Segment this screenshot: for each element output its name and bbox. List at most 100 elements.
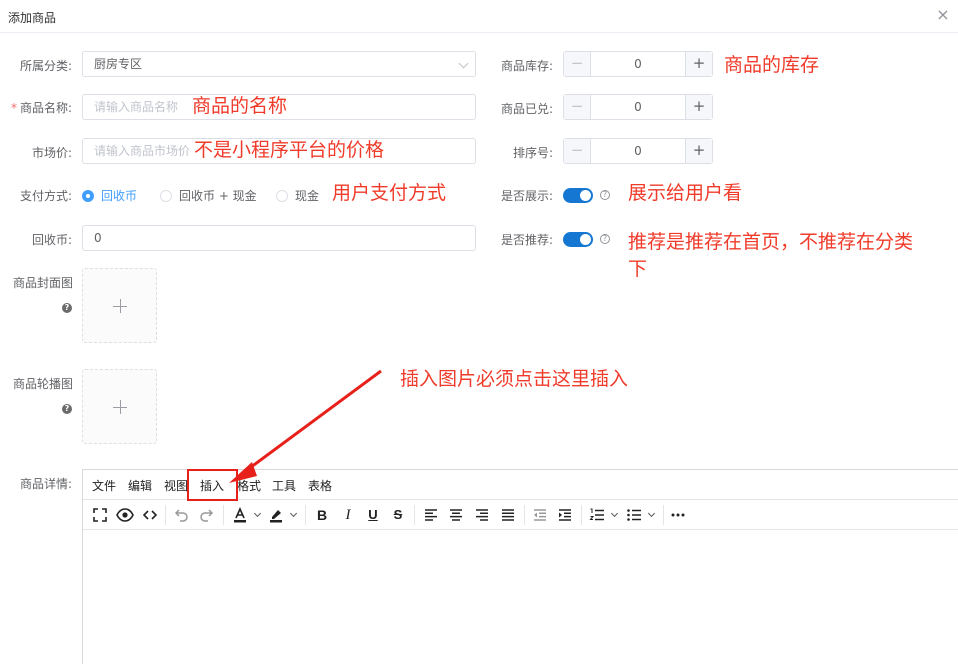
code-icon[interactable] [142, 507, 158, 523]
coins-value: 0 [94, 231, 102, 245]
radio-unchecked-icon [276, 189, 288, 202]
redeemed-stepper[interactable]: − 0 + [563, 94, 713, 120]
sort-value[interactable]: 0 [591, 139, 685, 163]
fullscreen-icon[interactable] [92, 507, 108, 523]
dialog-title: 添加商品 [8, 11, 57, 25]
plus-icon[interactable]: + [685, 52, 712, 76]
align-justify-icon[interactable] [500, 507, 516, 523]
plus-icon[interactable]: + [685, 139, 712, 163]
indent-icon[interactable] [557, 507, 573, 523]
toolbar-divider [305, 505, 306, 525]
name-label-text: 商品名称: [19, 101, 72, 115]
align-left-icon[interactable] [423, 507, 439, 523]
payment-radio-coins-cash[interactable]: 回收币 + 现金 [160, 187, 257, 204]
toolbar-divider [524, 505, 525, 525]
question-icon: ? [600, 234, 610, 244]
menu-view[interactable]: 视图 [164, 477, 188, 494]
payment-radio-cash[interactable]: 现金 [276, 187, 319, 204]
menu-format[interactable]: 格式 [237, 477, 261, 494]
question-icon: ? [62, 404, 72, 414]
switch-knob [580, 234, 591, 245]
editor-toolbar: B I U S [83, 500, 958, 530]
category-label: 所属分类: [19, 59, 72, 73]
toolbar-divider [581, 505, 582, 525]
annotation-stock: 商品的库存 [724, 54, 820, 76]
sort-label: 排序号: [512, 146, 553, 160]
name-label: * 商品名称: [11, 99, 72, 116]
show-switch[interactable] [563, 188, 593, 203]
annotation-insert: 插入图片必须点击这里插入 [400, 368, 629, 390]
highlight-icon[interactable] [268, 507, 284, 523]
toolbar-divider [414, 505, 415, 525]
question-icon: ? [62, 303, 72, 313]
insert-highlight-box [187, 469, 238, 501]
menu-table[interactable]: 表格 [308, 477, 332, 494]
underline-icon[interactable]: U [365, 507, 381, 523]
recommend-switch[interactable] [563, 232, 593, 247]
ordered-list-icon[interactable] [589, 507, 605, 523]
radio-unchecked-icon [160, 189, 172, 202]
font-color-icon[interactable] [232, 507, 248, 523]
plus-icon[interactable]: + [685, 95, 712, 119]
minus-icon[interactable]: − [564, 52, 591, 76]
coins-label: 回收币: [31, 233, 72, 247]
payment-radio-coins[interactable]: 回收币 [82, 187, 137, 204]
recommend-label: 是否推荐: [500, 233, 553, 247]
toolbar-divider [165, 505, 166, 525]
stock-value[interactable]: 0 [591, 52, 685, 76]
switch-knob [580, 190, 591, 201]
category-value: 厨房专区 [94, 57, 143, 71]
payment-option-label: 现金 [295, 189, 320, 203]
chevron-down-icon[interactable] [610, 509, 619, 518]
cover-label: 商品封面图 [13, 276, 74, 290]
carousel-uploader[interactable] [82, 369, 157, 444]
category-select[interactable]: 厨房专区 [82, 51, 476, 77]
menu-tools[interactable]: 工具 [272, 477, 296, 494]
preview-icon[interactable] [116, 507, 134, 523]
italic-icon[interactable]: I [340, 507, 356, 523]
undo-icon[interactable] [173, 507, 189, 523]
minus-icon[interactable]: − [564, 139, 591, 163]
market-price-label: 市场价: [31, 146, 72, 160]
close-icon[interactable]: × [934, 6, 952, 24]
toolbar-divider [223, 505, 224, 525]
annotation-market-price: 不是小程序平台的价格 [194, 139, 385, 161]
toolbar-divider [663, 505, 664, 525]
more-icon[interactable] [670, 507, 686, 523]
required-mark: * [10, 101, 17, 115]
strikethrough-icon[interactable]: S [390, 507, 406, 523]
sort-stepper[interactable]: − 0 + [563, 138, 713, 164]
cover-uploader[interactable] [82, 268, 157, 343]
redo-icon[interactable] [199, 507, 215, 523]
bold-icon[interactable]: B [314, 507, 330, 523]
show-label: 是否展示: [500, 189, 553, 203]
detail-label: 商品详情: [19, 477, 72, 491]
dialog-header: 添加商品 × [0, 0, 958, 33]
annotation-show: 展示给用户看 [628, 182, 743, 204]
redeemed-label: 商品已兑: [500, 102, 553, 116]
menu-edit[interactable]: 编辑 [128, 477, 152, 494]
payment-label: 支付方式: [19, 189, 72, 203]
stock-stepper[interactable]: − 0 + [563, 51, 713, 77]
bullet-list-icon[interactable] [626, 507, 642, 523]
chevron-down-icon[interactable] [647, 509, 656, 518]
editor-content-area[interactable] [83, 531, 958, 664]
redeemed-value[interactable]: 0 [591, 95, 685, 119]
chevron-down-icon[interactable] [253, 509, 262, 518]
menu-file[interactable]: 文件 [92, 477, 116, 494]
chevron-down-icon [458, 58, 469, 69]
align-right-icon[interactable] [474, 507, 490, 523]
stock-label: 商品库存: [500, 59, 553, 73]
carousel-label: 商品轮播图 [13, 377, 74, 391]
question-icon: ? [600, 190, 610, 200]
align-center-icon[interactable] [448, 507, 464, 523]
payment-option-label: 回收币 + 现金 [179, 189, 257, 203]
minus-icon[interactable]: − [564, 95, 591, 119]
annotation-name: 商品的名称 [192, 95, 288, 117]
chevron-down-icon[interactable] [289, 509, 298, 518]
outdent-icon[interactable] [532, 507, 548, 523]
coins-input[interactable]: 0 [82, 225, 476, 251]
payment-option-label: 回收币 [101, 189, 138, 203]
annotation-recommend-line1: 推荐是推荐在首页，不推荐在分类 [628, 231, 914, 253]
radio-checked-icon [82, 189, 94, 202]
